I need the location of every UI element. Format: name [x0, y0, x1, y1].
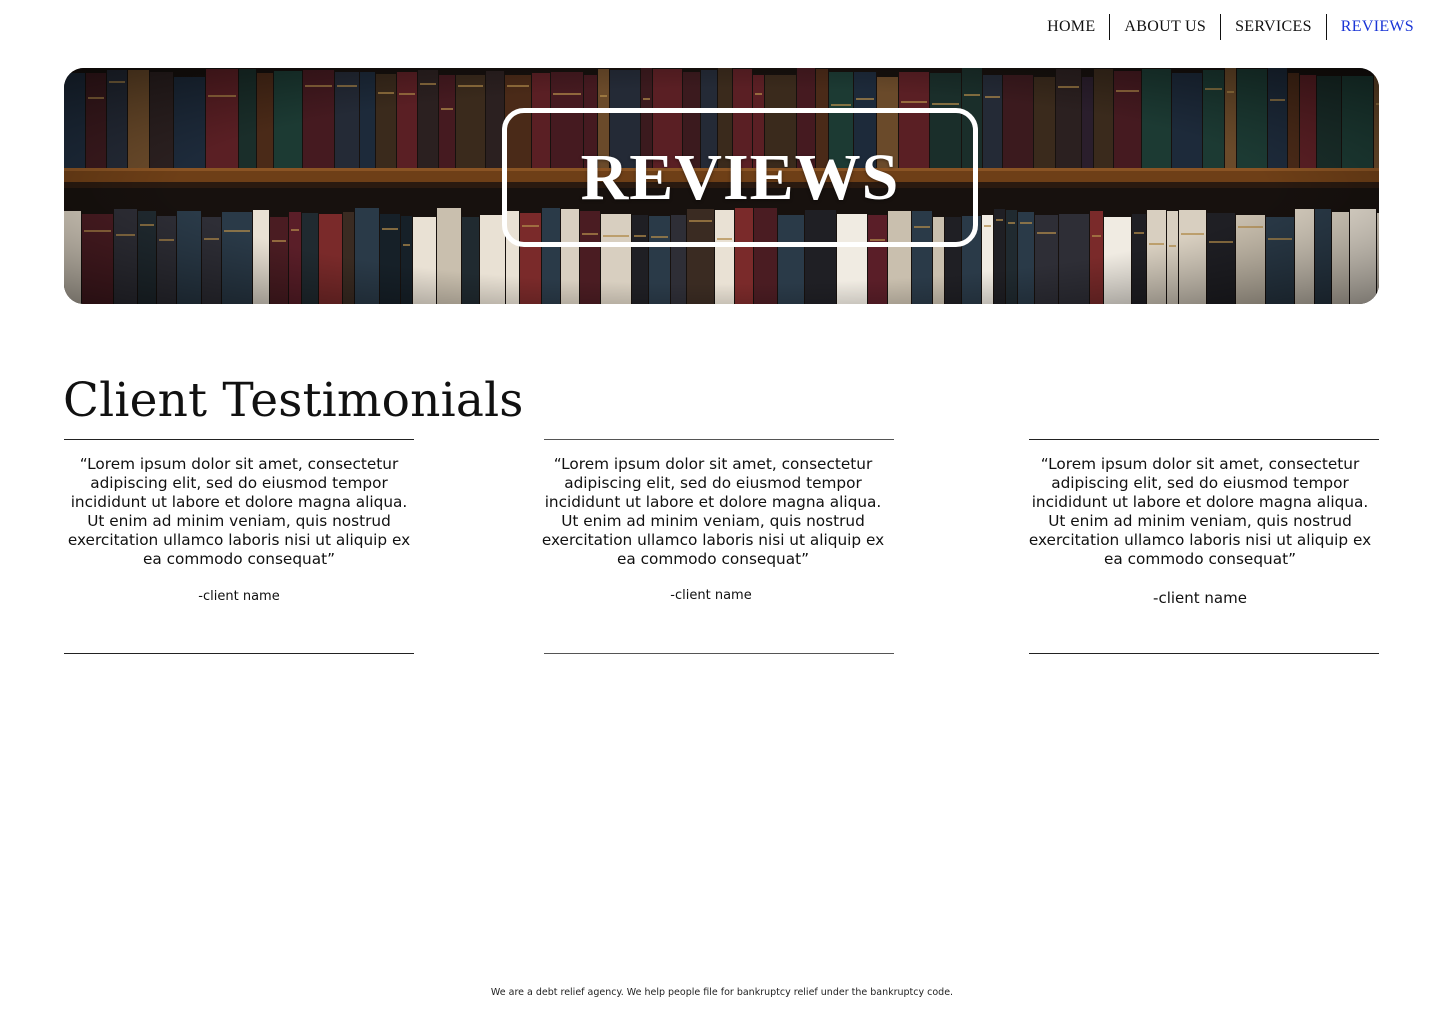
footer-disclaimer: We are a debt relief agency. We help peo…: [490, 987, 954, 998]
top-nav: HOME ABOUT US SERVICES REVIEWS: [1033, 14, 1414, 40]
divider-line: [544, 653, 894, 654]
hero-banner: REVIEWS: [64, 68, 1379, 304]
nav-reviews-link[interactable]: REVIEWS: [1327, 14, 1414, 40]
nav-about-link[interactable]: ABOUT US: [1110, 14, 1220, 40]
testimonial-card: “Lorem ipsum dolor sit amet, consectetur…: [1029, 439, 1379, 654]
divider-line: [64, 653, 414, 654]
divider-line: [1029, 439, 1379, 440]
nav-services-link[interactable]: SERVICES: [1221, 14, 1326, 40]
hero-title-frame: REVIEWS: [502, 108, 978, 247]
testimonial-client-name: -client name: [198, 589, 280, 604]
testimonial-quote: “Lorem ipsum dolor sit amet, consectetur…: [1028, 455, 1372, 568]
testimonial-card: “Lorem ipsum dolor sit amet, consectetur…: [64, 439, 414, 654]
page: HOME ABOUT US SERVICES REVIEWS REVIEWS C…: [0, 0, 1440, 1024]
nav-home-link[interactable]: HOME: [1033, 14, 1109, 40]
divider-line: [1029, 653, 1379, 654]
section-title: Client Testimonials: [63, 373, 524, 428]
testimonial-quote: “Lorem ipsum dolor sit amet, consectetur…: [67, 455, 411, 568]
testimonial-card: “Lorem ipsum dolor sit amet, consectetur…: [542, 439, 894, 654]
hero-title: REVIEWS: [580, 140, 900, 214]
testimonial-quote: “Lorem ipsum dolor sit amet, consectetur…: [541, 455, 885, 568]
divider-line: [544, 439, 894, 440]
testimonial-client-name: -client name: [1153, 589, 1247, 607]
divider-line: [64, 439, 414, 440]
testimonial-client-name: -client name: [670, 588, 752, 603]
